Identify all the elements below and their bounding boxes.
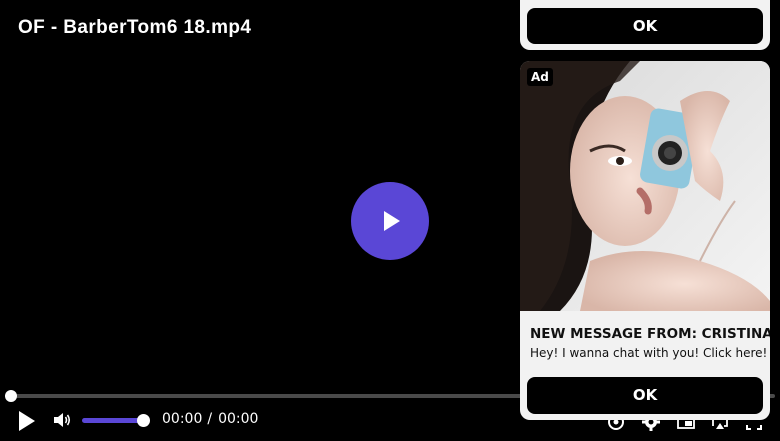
ad-headline[interactable]: NEW MESSAGE FROM: CRISTINA [530, 326, 770, 342]
ad-card[interactable]: Ad NEW MESSAGE FROM: CRISTINA Hey! I wan… [520, 61, 770, 420]
duration: 00:00 [218, 411, 259, 427]
time-separator: / [207, 411, 213, 427]
big-play-button[interactable] [351, 182, 429, 260]
video-title: OF - BarberTom6 18.mp4 [18, 17, 252, 38]
current-time: 00:00 [162, 411, 203, 427]
volume-icon[interactable] [52, 410, 72, 430]
ad-body-text[interactable]: Hey! I wanna chat with you! Click here! [530, 346, 767, 360]
ad-image[interactable]: Ad [520, 61, 770, 311]
ok-button[interactable]: OK [527, 377, 763, 414]
ad-card-top: OK [520, 0, 770, 50]
volume-handle[interactable] [137, 414, 150, 427]
play-icon [383, 211, 400, 231]
ad-badge: Ad [527, 68, 553, 86]
progress-handle[interactable] [5, 390, 17, 402]
ok-button[interactable]: OK [527, 8, 763, 44]
time-display: 00:00/00:00 [162, 411, 258, 427]
play-icon[interactable] [16, 409, 38, 433]
